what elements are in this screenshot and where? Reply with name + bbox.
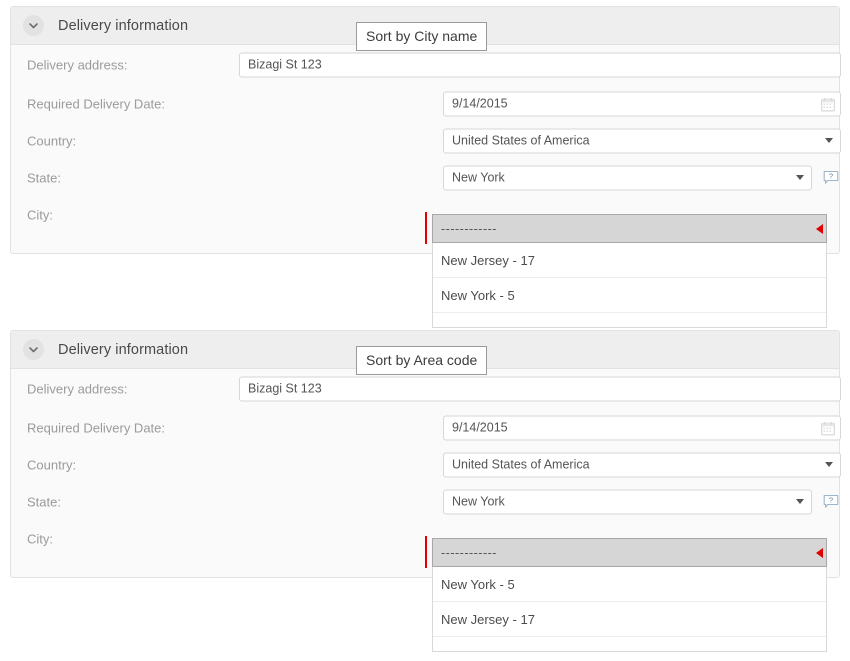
svg-text:?: ?: [829, 495, 833, 504]
country-select[interactable]: United States of America: [443, 128, 841, 153]
delivery-address-label: Delivery address:: [27, 381, 128, 397]
svg-text:?: ?: [829, 171, 833, 180]
form-row-country: Country: United States of America: [11, 446, 841, 483]
panel-body: Delivery address: Bizagi St 123 Required…: [11, 369, 841, 557]
form-row-state: State: New York ?: [11, 483, 839, 520]
chevron-down-icon: [825, 138, 833, 143]
sort-by-tooltip-1: Sort by City name: [356, 22, 488, 51]
city-combo-options-list: New York - 5 New Jersey - 17: [432, 567, 827, 652]
calendar-icon[interactable]: [821, 97, 836, 112]
form-row-required-delivery-date: Required Delivery Date: 9/14/2015: [11, 409, 841, 446]
chevron-down-icon[interactable]: [23, 15, 44, 36]
city-combo-selected-option[interactable]: ------------: [432, 538, 827, 567]
country-label: Country:: [27, 133, 77, 148]
current-selection-arrow-icon: [816, 223, 823, 234]
list-bottom-padding: [433, 313, 826, 327]
country-label: Country:: [27, 457, 77, 472]
required-field-marker: [425, 536, 427, 568]
form-row-required-delivery-date: Required Delivery Date: 9/14/2015: [11, 85, 841, 122]
city-combo-options-list: New Jersey - 17 New York - 5: [432, 243, 827, 328]
delivery-address-input[interactable]: Bizagi St 123: [239, 52, 841, 78]
list-item[interactable]: New York - 5: [433, 278, 826, 313]
required-delivery-date-input[interactable]: 9/14/2015: [443, 91, 841, 116]
state-value: New York: [452, 170, 505, 184]
required-field-marker: [425, 212, 427, 244]
panel-title: Delivery information: [58, 341, 189, 358]
country-value: United States of America: [452, 133, 590, 147]
current-selection-arrow-icon: [816, 547, 823, 558]
country-value: United States of America: [452, 457, 590, 471]
city-combo-selected-option[interactable]: ------------: [432, 214, 827, 243]
form-preview-canvas: Delivery information Delivery address: B…: [0, 0, 850, 661]
chevron-down-icon: [796, 499, 804, 504]
help-balloon-icon[interactable]: ?: [823, 494, 839, 510]
delivery-address-label: Delivery address:: [27, 57, 128, 73]
city-combo-selected-value: ------------: [441, 545, 497, 560]
chevron-down-icon: [825, 462, 833, 467]
list-bottom-padding: [433, 637, 826, 651]
state-label: State:: [27, 170, 61, 185]
calendar-icon[interactable]: [821, 421, 836, 436]
help-balloon-icon[interactable]: ?: [823, 170, 839, 186]
state-label: State:: [27, 494, 61, 509]
chevron-down-icon: [796, 175, 804, 180]
city-label: City:: [27, 531, 53, 546]
chevron-down-icon[interactable]: [23, 339, 44, 360]
panel-title: Delivery information: [58, 17, 189, 34]
state-select[interactable]: New York: [443, 165, 812, 190]
list-item[interactable]: New Jersey - 17: [433, 243, 826, 278]
city-label: City:: [27, 207, 53, 222]
required-delivery-date-label: Required Delivery Date:: [27, 96, 166, 111]
city-combo-selected-value: ------------: [441, 221, 497, 236]
date-value: 9/14/2015: [452, 420, 508, 434]
state-select[interactable]: New York: [443, 489, 812, 514]
date-value: 9/14/2015: [452, 96, 508, 110]
list-item[interactable]: New Jersey - 17: [433, 602, 826, 637]
list-item[interactable]: New York - 5: [433, 567, 826, 602]
form-row-delivery-address: Delivery address: Bizagi St 123: [11, 369, 841, 409]
required-delivery-date-input[interactable]: 9/14/2015: [443, 415, 841, 440]
country-select[interactable]: United States of America: [443, 452, 841, 477]
form-row-delivery-address: Delivery address: Bizagi St 123: [11, 45, 841, 85]
form-row-state: State: New York ?: [11, 159, 839, 196]
panel-body: Delivery address: Bizagi St 123 Required…: [11, 45, 841, 233]
required-delivery-date-label: Required Delivery Date:: [27, 420, 166, 435]
state-value: New York: [452, 494, 505, 508]
delivery-address-input[interactable]: Bizagi St 123: [239, 376, 841, 402]
sort-by-tooltip-2: Sort by Area code: [356, 346, 488, 375]
form-row-country: Country: United States of America: [11, 122, 841, 159]
